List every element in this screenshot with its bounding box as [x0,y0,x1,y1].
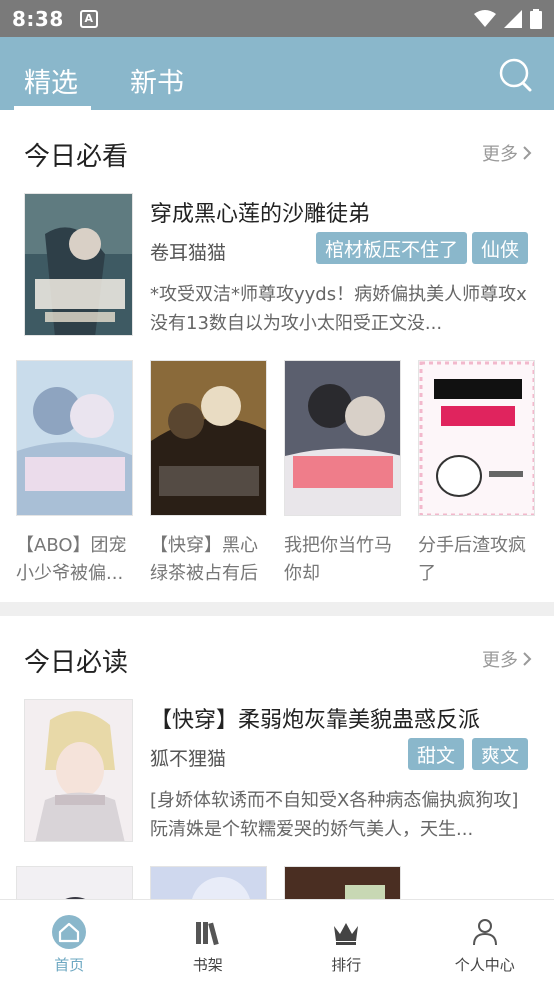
book-title[interactable]: 【快穿】柔弱炮灰靠美貌蛊惑反派 [150,702,480,734]
nav-label: 排行 [331,956,362,974]
book-cover[interactable] [24,699,133,842]
nav-bookshelf[interactable]: 书架 [139,900,278,984]
book-description: [身娇体软诱而不自知受X各种病态偏执疯狗攻]阮清姝是个软糯爱哭的娇气美人，天生.… [150,790,519,840]
book-cover[interactable] [16,866,133,899]
book-description: *攻受双洁*师尊攻yyds！病娇偏执美人师尊攻x没有13数自以为攻小太阳受正文没… [150,284,527,334]
home-icon [52,915,87,949]
bookshelf-icon [195,922,219,946]
tag: 棺材板压不住了 [316,232,468,264]
nav-ranking[interactable]: 排行 [277,900,416,984]
book-cover[interactable] [150,866,267,899]
section-today-must-see: 今日必看 更多 穿成黑心莲的沙雕徒弟 卷耳猫猫 棺材板压不住了 仙侠 *攻受双洁… [0,110,554,602]
grid-book-title[interactable]: 分手后渣攻疯了 [418,532,538,588]
grid-book-title[interactable]: 我把你当竹马你却 [284,532,404,588]
signal-icon [504,9,522,28]
book-author: 卷耳猫猫 [150,242,227,264]
content-scroll[interactable]: 今日必看 更多 穿成黑心莲的沙雕徒弟 卷耳猫猫 棺材板压不住了 仙侠 *攻受双洁… [0,110,554,899]
book-cover[interactable] [16,360,133,516]
chevron-right-icon [523,146,532,160]
tab-new-books[interactable]: 新书 [130,61,184,100]
more-label: 更多 [482,650,518,671]
book-cover[interactable] [284,360,401,516]
book-cover[interactable] [24,193,133,336]
nav-home[interactable]: 首页 [0,900,139,984]
tag: 仙侠 [472,232,529,264]
search-icon[interactable] [498,57,534,93]
battery-icon [530,8,542,29]
chevron-right-icon [523,652,532,666]
bottom-navigation: 首页 书架 排行 个人中心 [0,899,554,984]
book-cover[interactable] [150,360,267,516]
nav-label: 个人中心 [454,956,515,974]
book-author: 狐不狸猫 [150,748,227,770]
tab-featured[interactable]: 精选 [24,61,78,100]
notification-app-icon: A [79,9,98,28]
wifi-icon [474,9,496,27]
section-title: 今日必读 [24,648,129,678]
tag: 甜文 [408,738,465,770]
section-today-must-read: 今日必读 更多 【快穿】柔弱炮灰靠美貌蛊惑反派 狐不狸猫 甜文 爽文 [身娇体软… [0,616,554,899]
book-cover[interactable] [418,360,535,516]
book-cover[interactable] [284,866,401,899]
more-link[interactable]: 更多 [482,646,532,672]
nav-label: 书架 [192,956,223,974]
more-link[interactable]: 更多 [482,140,532,166]
grid-book-title[interactable]: 【快穿】黑心绿茶被占有后 [150,532,270,588]
crown-icon [334,923,359,945]
person-icon [472,919,497,946]
nav-label: 首页 [54,956,85,974]
nav-profile[interactable]: 个人中心 [416,900,554,984]
status-time: 8:38 [12,6,64,31]
status-bar: 8:38 A [0,0,554,37]
app-screen: 8:38 A 精选 新书 今日必看 更多 穿成黑心莲的沙雕徒弟 卷耳猫猫 棺材板… [0,0,554,984]
book-title[interactable]: 穿成黑心莲的沙雕徒弟 [150,196,370,228]
tag: 爽文 [472,738,529,770]
top-tab-bar: 精选 新书 [0,37,554,110]
more-label: 更多 [482,144,518,165]
status-icons [474,8,542,29]
section-divider [0,602,554,616]
grid-book-title[interactable]: 【ABO】团宠小少爷被偏... [16,532,136,588]
section-title: 今日必看 [24,142,129,172]
